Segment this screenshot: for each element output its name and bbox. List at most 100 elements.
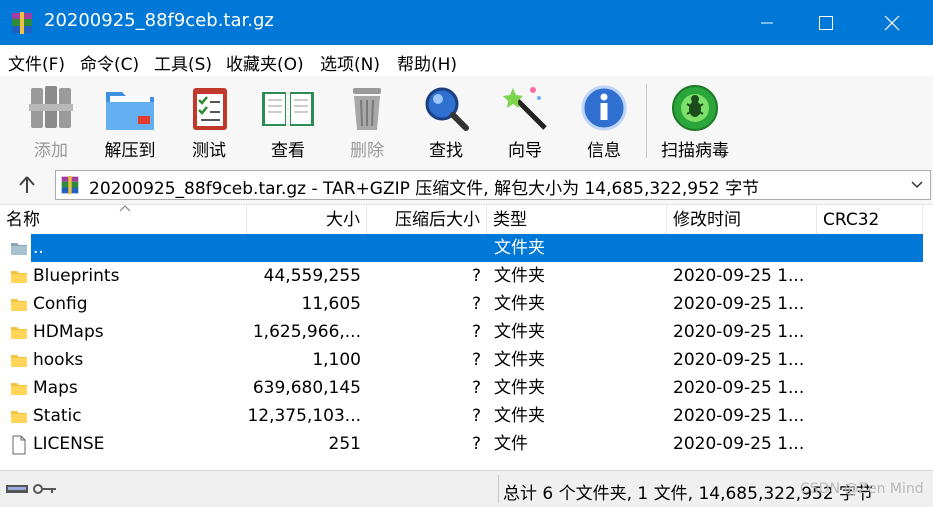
file-row[interactable]: Config 11,605? 文件夹 2020-09-25 1... [0,290,933,318]
file-list: .. 文件夹 Blueprints 44,559,255? 文件夹 2020-09-25 … [0,234,933,470]
menu-tools[interactable]: 工具(S) [154,50,212,75]
delete-trash-icon [353,88,381,130]
file-name: HDMaps [33,322,104,342]
menu-bar: 文件(F) 命令(C) 工具(S) 收藏夹(O) 选项(N) 帮助(H) [0,45,933,77]
file-modified: 2020-09-25 1... [673,434,805,454]
minimize-icon [761,22,773,23]
view-label: 查看 [271,141,305,161]
file-type: 文件夹 [494,322,545,342]
up-level-button[interactable] [8,171,46,199]
file-size: 251 [328,434,361,454]
watermark: CSDN @Zen Mind [800,481,924,497]
file-crc32 [823,318,919,346]
address-field[interactable]: 20200925_88f9ceb.tar.gz - TAR+GZIP 压缩文件,… [55,170,931,200]
file-size: 11,605 [301,294,361,314]
menu-favorites[interactable]: 收藏夹(O) [226,50,304,75]
file-crc32 [823,346,919,374]
column-name[interactable]: 名称 [0,205,247,235]
column-packed[interactable]: 压缩后大小 [367,205,487,235]
status-bar: 总计 6 个文件夹, 1 文件, 14,685,322,952 字节 CSDN … [0,470,933,507]
file-packed-size [367,234,481,262]
column-crc32-label: CRC32 [823,210,880,230]
file-size: 1,100 [312,350,361,370]
file-name: LICENSE [33,434,105,454]
file-crc32 [823,402,919,430]
column-type-label: 类型 [493,210,527,230]
chevron-down-icon[interactable] [910,178,924,192]
window-title: 20200925_88f9ceb.tar.gz [44,10,274,31]
maximize-button[interactable] [796,0,856,45]
file-type: 文件 [494,434,528,454]
file-size: 12,375,103... [247,406,361,426]
wizard-label: 向导 [508,141,542,161]
extract-to-button[interactable]: 解压到 [95,80,165,164]
view-button[interactable]: 查看 [253,80,323,164]
column-size[interactable]: 大小 [247,205,367,235]
toolbar-separator [646,84,647,158]
winrar-archive-icon [12,12,32,34]
file-size: 639,680,145 [252,378,361,398]
info-icon [581,85,627,131]
file-type: 文件夹 [494,350,545,370]
delete-button[interactable]: 删除 [332,80,402,164]
winrar-archive-icon [61,175,79,195]
test-button[interactable]: 测试 [174,80,244,164]
toolbar: 添加 解压到 测试 查看 删除 查找 向导 信息 扫描病毒 [0,76,933,167]
file-name: hooks [33,350,84,370]
file-row[interactable]: .. 文件夹 [0,234,933,262]
extract-folder-icon [106,92,154,130]
file-crc32 [823,430,919,458]
file-modified: 2020-09-25 1... [673,406,805,426]
file-packed-size: ? [471,266,481,286]
file-row[interactable]: hooks 1,100? 文件夹 2020-09-25 1... [0,346,933,374]
arrow-up-icon [19,176,35,193]
file-modified: 2020-09-25 1... [673,322,805,342]
file-row[interactable]: Static 12,375,103...? 文件夹 2020-09-25 1... [0,402,933,430]
file-type: 文件夹 [494,294,545,314]
file-modified [673,234,813,262]
column-modified[interactable]: 修改时间 [667,205,817,235]
file-row[interactable]: LICENSE 251? 文件 2020-09-25 1... [0,430,933,458]
column-packed-label: 压缩后大小 [395,210,480,230]
file-packed-size: ? [471,434,481,454]
close-button[interactable] [862,0,922,45]
scan-virus-button[interactable]: 扫描病毒 [656,80,734,164]
file-packed-size: ? [471,350,481,370]
info-button[interactable]: 信息 [569,80,639,164]
column-name-label: 名称 [6,210,40,230]
file-packed-size: ? [471,378,481,398]
scan-virus-label: 扫描病毒 [661,141,729,161]
menu-options[interactable]: 选项(N) [320,50,380,75]
column-modified-label: 修改时间 [673,210,741,230]
find-button[interactable]: 查找 [411,80,481,164]
info-label: 信息 [587,141,621,161]
maximize-icon [819,15,833,30]
column-crc32[interactable]: CRC32 [817,205,923,235]
address-text: 20200925_88f9ceb.tar.gz - TAR+GZIP 压缩文件,… [89,179,760,199]
view-book-icon [262,92,314,126]
wizard-button[interactable]: 向导 [490,80,560,164]
find-magnifier-icon [425,87,469,131]
test-label: 测试 [192,141,226,161]
column-size-label: 大小 [326,210,360,230]
minimize-button[interactable] [737,0,797,45]
menu-file[interactable]: 文件(F) [8,50,65,75]
menu-help[interactable]: 帮助(H) [397,50,457,75]
file-modified: 2020-09-25 1... [673,378,805,398]
address-bar: 20200925_88f9ceb.tar.gz - TAR+GZIP 压缩文件,… [0,166,933,204]
file-row[interactable]: Blueprints 44,559,255? 文件夹 2020-09-25 1... [0,262,933,290]
add-button[interactable]: 添加 [16,80,86,164]
drive-key-icon [6,484,56,494]
file-row[interactable]: HDMaps 1,625,966,...? 文件夹 2020-09-25 1... [0,318,933,346]
file-packed-size: ? [471,294,481,314]
scan-virus-icon [672,85,718,131]
delete-label: 删除 [350,141,384,161]
file-type: 文件夹 [494,238,545,258]
file-crc32 [823,234,919,262]
wizard-wand-icon [503,87,547,130]
menu-commands[interactable]: 命令(C) [80,50,139,75]
column-type[interactable]: 类型 [487,205,667,235]
file-name: Static [33,406,82,426]
file-name: Config [33,294,88,314]
file-row[interactable]: Maps 639,680,145? 文件夹 2020-09-25 1... [0,374,933,402]
